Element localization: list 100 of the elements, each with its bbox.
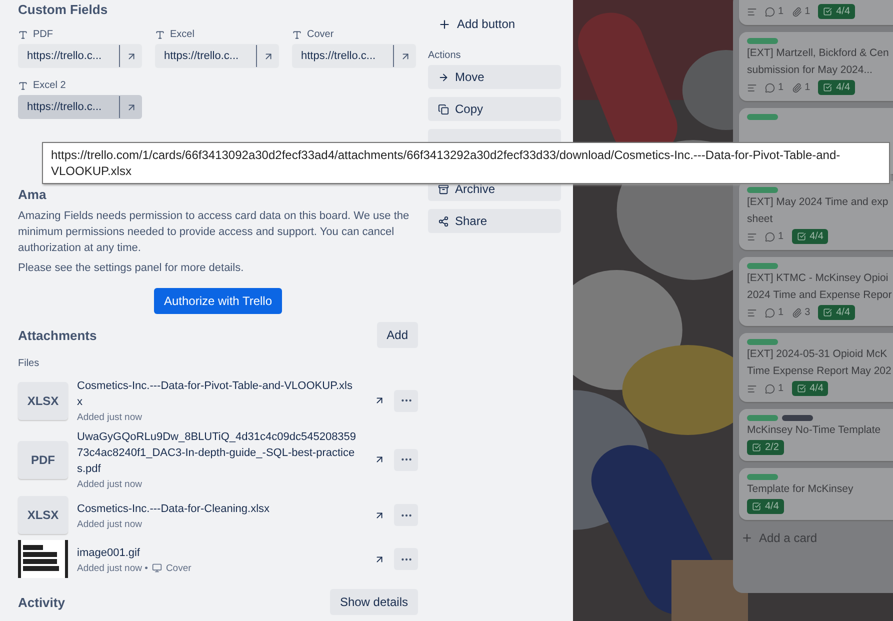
field-label: PDF [33,29,53,40]
field-label: Excel [170,29,194,40]
actions-label: Actions [428,50,462,61]
checklist-badge: 4/4 [818,4,856,19]
open-link-icon[interactable] [374,454,385,465]
description-badge [747,308,757,318]
checkbox-icon [752,443,761,452]
card-title: submission for May 2024... [747,63,874,78]
move-button[interactable]: Move [428,65,561,89]
copy-button[interactable]: Copy [428,97,561,121]
checkbox-icon [823,83,832,92]
board-card[interactable]: [EXT] KTMC - McKinsey Opioi 2024 Time and Expense Repor 1 3 4/4 [739,257,893,326]
file-type-thumbnail: XLSX [18,496,68,534]
open-link-icon[interactable] [374,554,385,564]
card-title: Template for McKinsey [747,482,854,497]
show-details-button[interactable]: Show details [330,589,418,615]
copy-icon [438,104,449,114]
more-button[interactable] [394,504,418,526]
card-title: 2024 Time and Expense Repor [747,288,893,303]
added-time: Added just now [77,412,142,423]
file-type-thumbnail: PDF [18,440,68,478]
text-type-icon [18,80,28,90]
archive-icon [438,184,449,194]
checkbox-icon [796,232,806,241]
text-type-icon [155,30,165,40]
section-title: Ama [18,187,48,202]
share-icon [438,216,449,226]
board-card[interactable]: [EXT] Martzell, Bickford & Cen submission for May 2024... 1 1 4/4 [739,32,893,101]
checklist-badge: 4/4 [792,381,828,396]
section-title: Attachments [18,328,97,342]
checklist-badge: 4/4 [818,80,856,95]
attachments-badge: 3 [792,307,810,318]
added-time: Added just now [77,479,142,490]
card-title: sheet [747,212,774,227]
files-label: Files [18,358,40,369]
checkbox-icon [752,502,761,511]
arrow-icon [262,50,274,62]
field-value-box[interactable]: https://trello.c... [155,44,279,68]
checkbox-icon [823,308,832,317]
field-label: Excel 2 [33,80,66,91]
added-time: Added just now • [77,562,148,574]
card-title: [EXT] May 2024 Time and exp [747,195,890,210]
file-name[interactable]: Cosmetics-Inc.---Data-for-Cleaning.xlsx [77,500,357,516]
authorize-button[interactable]: Authorize with Trello [154,288,282,314]
more-button[interactable] [394,548,418,570]
plus-icon [438,18,451,30]
checklist-badge: 4/4 [818,305,856,320]
field-value-box[interactable]: https://trello.c... [18,44,142,68]
board-card[interactable]: Template for McKinsey 4/4 [739,468,893,520]
card-title: Time Expense Report May 202 [747,364,892,379]
open-link-icon[interactable] [374,395,385,406]
field-label: Cover [307,29,334,40]
file-name[interactable]: UwaGyGQoRLu9Dw_8BLUTiQ_4d31c4c09dc545208359 73c4ac8240f1_DAC3-In-depth-guide_-SQL-best-practices.pdf [77,429,357,477]
file-name[interactable]: Cosmetics-Inc.---Data-for-Pivot-Table-and-VLOOKUP.xlsx [77,378,357,410]
more-button[interactable] [394,390,418,412]
add-attachment-button[interactable]: Add [376,322,418,348]
cover-label: Cover [166,562,192,574]
text-type-icon [18,30,28,40]
board-card[interactable]: [EXT] 2024-05-31 Opioid McK Time Expense Report May 202 1 4/4 [739,333,893,402]
open-link-icon[interactable] [374,510,385,520]
more-button[interactable] [394,448,418,470]
section-title: Custom Fields [18,2,109,17]
comments-badge: 1 [765,82,784,93]
description-badge [747,82,757,92]
board-card[interactable]: 1 1 4/4 [739,0,893,25]
description-badge [747,232,757,242]
card-title: [EXT] 2024-05-31 Opioid McK [747,347,888,362]
field-value-box[interactable]: https://trello.c... [292,44,416,68]
attachments-badge: 1 [792,6,810,17]
permission-text: Amazing Fields needs permission to access card data on this board. We use the minimum permissions needed to provide access and support. You can cancel authorization at any time. [18,209,410,256]
text-type-icon [292,30,302,40]
attachments-badge: 1 [792,82,810,93]
settings-note: Please see the settings panel for more details. [18,261,245,276]
arrow-icon [400,50,410,62]
arrow-icon [126,50,136,62]
url-tooltip: https://trello.com/1/cards/66f3413092a30d2fecf33ad4/attachments/66f3413292a30d2fecf33d33/download/Cosmetics-Inc.---Data-for-Pivot-Table-and- VLOOKUP.xlsx [42,142,890,184]
added-time: Added just now [77,518,142,530]
field-value-box[interactable]: https://trello.c... [18,95,142,119]
checklist-badge: 4/4 [747,499,784,514]
plus-icon [741,532,753,544]
cover-icon [152,563,162,573]
file-name[interactable]: image001.gif [77,544,357,560]
board-card[interactable]: [EXT] May 2024 Time and exp sheet 1 4/4 [739,181,893,250]
comments-badge: 1 [765,6,784,17]
comments-badge: 1 [765,383,784,394]
card-title: McKinsey No-Time Template [747,423,882,438]
file-type-thumbnail: XLSX [18,382,68,420]
checkbox-icon [823,7,832,16]
add-button[interactable]: Add button [428,12,561,36]
section-title: Activity [18,594,65,610]
card-title: [EXT] KTMC - McKinsey Opioi [747,271,890,286]
description-badge [747,384,757,394]
card-title: [EXT] Martzell, Bickford & Cen [747,46,890,61]
arrow-icon [126,102,136,112]
comments-badge: 1 [765,231,784,242]
checkbox-icon [796,384,806,393]
checklist-badge: 4/4 [792,229,828,244]
share-button[interactable]: Share [428,209,561,233]
board-card[interactable]: McKinsey No-Time Template 2/2 [739,409,893,461]
description-badge [747,6,757,16]
